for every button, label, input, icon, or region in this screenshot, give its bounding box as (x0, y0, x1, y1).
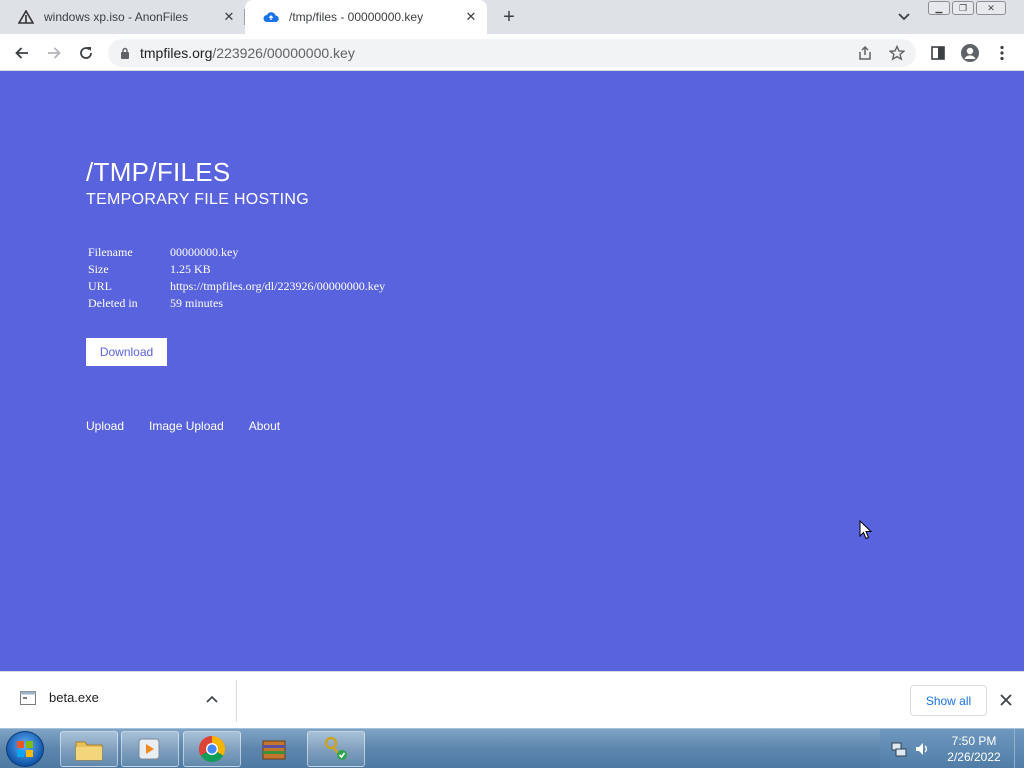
back-arrow-icon[interactable] (10, 41, 34, 65)
footer-links: Upload Image Upload About (86, 419, 305, 433)
address-bar[interactable]: tmpfiles.org/223926/00000000.key (108, 39, 916, 67)
reload-icon[interactable] (74, 41, 98, 65)
tab-title: /tmp/files - 00000000.key (289, 10, 424, 24)
show-desktop-button[interactable] (1014, 729, 1024, 768)
tab-anonfiles[interactable]: windows xp.iso - AnonFiles ✕ (0, 0, 245, 34)
about-link[interactable]: About (249, 419, 280, 433)
file-info-table: Filename 00000000.key Size 1.25 KB URL h… (88, 245, 385, 313)
minimize-icon[interactable]: ▁ (928, 1, 950, 15)
taskbar: 7:50 PM 2/26/2022 (0, 728, 1024, 768)
download-file-name: beta.exe (49, 690, 99, 705)
close-shelf-icon[interactable] (998, 692, 1014, 708)
restore-icon[interactable]: ❐ (952, 1, 974, 15)
forward-arrow-icon[interactable] (42, 41, 66, 65)
tab-tmpfiles[interactable]: /tmp/files - 00000000.key ✕ (245, 0, 487, 34)
archive-app-icon[interactable] (245, 731, 303, 767)
url-path: /223926/00000000.key (212, 45, 355, 61)
page-title: /TMP/FILES (86, 157, 231, 187)
info-label: Size (88, 262, 109, 276)
info-label: URL (88, 279, 112, 293)
lock-icon[interactable] (120, 47, 130, 59)
clock-time: 7:50 PM (951, 734, 997, 748)
info-label: Deleted in (88, 296, 138, 310)
download-shelf: beta.exe Show all (0, 671, 1024, 728)
keys-app-icon[interactable] (307, 731, 365, 767)
start-button-windows-icon[interactable] (6, 731, 44, 767)
download-item[interactable]: beta.exe (20, 690, 99, 705)
url-text: tmpfiles.org/223926/00000000.key (140, 45, 355, 61)
show-all-button[interactable]: Show all (910, 685, 987, 716)
anonfiles-icon (18, 9, 34, 25)
close-tab-icon[interactable]: ✕ (461, 7, 481, 27)
profile-avatar-icon[interactable] (958, 41, 982, 65)
info-row-url: URL https://tmpfiles.org/dl/223926/00000… (88, 279, 385, 296)
chevron-up-icon[interactable] (205, 692, 219, 706)
new-tab-plus-icon[interactable]: + (498, 6, 520, 28)
browser-toolbar: tmpfiles.org/223926/00000000.key (0, 34, 1024, 71)
tab-title: windows xp.iso - AnonFiles (44, 10, 189, 24)
info-value: 00000000.key (170, 245, 239, 259)
upload-link[interactable]: Upload (86, 419, 124, 433)
tab-strip: windows xp.iso - AnonFiles ✕ /tmp/files … (0, 0, 1024, 34)
page-content: /TMP/FILES TEMPORARY FILE HOSTING Filena… (0, 71, 1024, 671)
info-row-filename: Filename 00000000.key (88, 245, 385, 262)
bookmark-star-icon[interactable] (888, 44, 906, 62)
download-button[interactable]: Download (86, 338, 167, 366)
shelf-divider (236, 680, 237, 722)
menu-kebab-icon[interactable] (990, 41, 1014, 65)
cloud-upload-icon (263, 9, 279, 25)
info-value: 1.25 KB (170, 262, 211, 276)
info-row-deleted-in: Deleted in 59 minutes (88, 296, 385, 313)
volume-icon[interactable] (914, 741, 930, 757)
url-domain: tmpfiles.org (140, 45, 213, 61)
file-explorer-icon[interactable] (60, 731, 118, 767)
share-icon[interactable] (856, 44, 874, 62)
network-icon[interactable] (891, 741, 907, 757)
page-subtitle: TEMPORARY FILE HOSTING (86, 191, 309, 208)
media-player-icon[interactable] (121, 731, 179, 767)
mouse-cursor-icon (859, 519, 873, 545)
info-label: Filename (88, 245, 133, 259)
image-upload-link[interactable]: Image Upload (149, 419, 224, 433)
taskbar-clock[interactable]: 7:50 PM 2/26/2022 (940, 733, 1008, 765)
side-panel-icon[interactable] (926, 41, 950, 65)
chrome-icon[interactable] (183, 731, 241, 767)
info-value: 59 minutes (170, 296, 223, 310)
close-window-icon[interactable]: ✕ (976, 1, 1006, 15)
close-tab-icon[interactable]: ✕ (219, 7, 239, 27)
exe-file-icon (20, 690, 36, 705)
clock-date: 2/26/2022 (947, 750, 1001, 764)
info-row-size: Size 1.25 KB (88, 262, 385, 279)
tab-search-chevron-icon[interactable] (895, 8, 913, 26)
window-controls: ▁ ❐ ✕ (928, 1, 1006, 15)
info-value: https://tmpfiles.org/dl/223926/00000000.… (170, 279, 386, 293)
